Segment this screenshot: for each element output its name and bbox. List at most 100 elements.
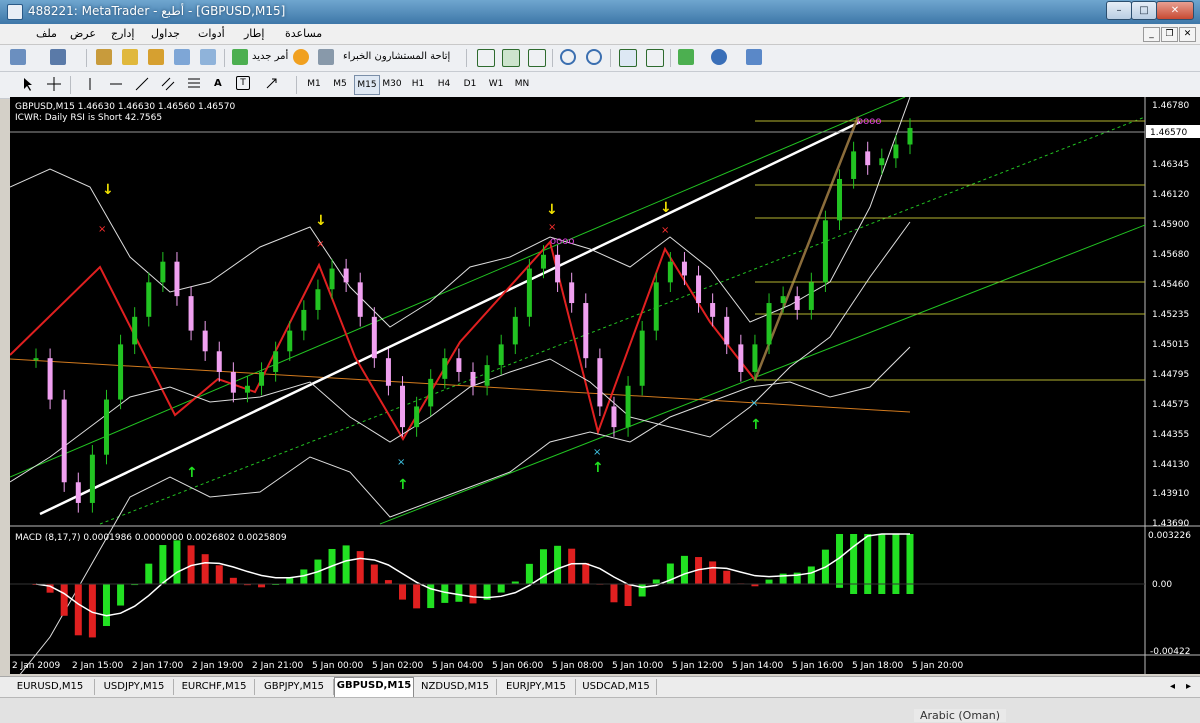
strategy-tester-icon[interactable] xyxy=(200,49,216,65)
tab-gbpjpy[interactable]: GBPJPY,M15 xyxy=(255,679,334,695)
candle-body xyxy=(639,330,645,386)
language-indicator[interactable]: Arabic (Oman) xyxy=(914,709,1007,722)
candle-body xyxy=(118,344,124,400)
indicators-icon[interactable] xyxy=(678,49,694,65)
expert-advisors-button[interactable]: إتاحة المستشارون الخبراء xyxy=(343,51,450,62)
timeframe-m15[interactable]: M15 xyxy=(354,75,380,95)
candle-body xyxy=(681,261,687,276)
tab-eurchf[interactable]: EURCHF,M15 xyxy=(174,679,255,695)
minimize-button[interactable]: – xyxy=(1106,1,1132,20)
navigator-icon[interactable] xyxy=(148,49,164,65)
candle-body xyxy=(273,351,279,372)
arrows-icon[interactable] xyxy=(264,76,280,92)
tab-nzdusd[interactable]: NZDUSD,M15 xyxy=(414,679,497,695)
menu-help[interactable]: مساعدة xyxy=(285,27,322,40)
candle-body xyxy=(837,178,843,221)
timeframe-w1[interactable]: W1 xyxy=(484,75,508,93)
mdi-minimize-button[interactable]: _ xyxy=(1143,27,1160,42)
metaeditor-icon[interactable] xyxy=(293,49,309,65)
chart-shift-icon[interactable] xyxy=(646,49,664,67)
price-tick: 1.44130 xyxy=(1152,460,1189,470)
new-order-icon[interactable] xyxy=(232,49,248,65)
text-label-button[interactable]: T xyxy=(236,76,250,90)
menu-view[interactable]: عرض xyxy=(70,27,96,40)
tab-eurusd[interactable]: EURUSD,M15 xyxy=(6,679,95,695)
candle-body xyxy=(710,303,716,317)
crosshair-icon[interactable] xyxy=(46,76,62,92)
vertical-line-icon[interactable] xyxy=(82,76,98,92)
timeframe-m5[interactable]: M5 xyxy=(328,75,352,93)
timeframe-m30[interactable]: M30 xyxy=(380,75,404,93)
timeframe-h4[interactable]: H4 xyxy=(432,75,456,93)
price-tick: 1.44795 xyxy=(1152,370,1189,380)
line-chart-icon[interactable] xyxy=(528,49,546,67)
chart-window[interactable]: ↓ ↓ ↓ ↓ ↑ ↑ ↑ ↑ × × × × × × × oooo oooo … xyxy=(10,97,1200,674)
templates-icon[interactable] xyxy=(746,49,762,65)
macd-bar xyxy=(554,545,562,584)
candle-body xyxy=(611,406,617,428)
candle-body xyxy=(400,385,406,428)
time-tick: 5 Jan 08:00 xyxy=(552,661,604,671)
timeframe-mn[interactable]: MN xyxy=(510,75,534,93)
candle-body xyxy=(230,371,236,393)
mdi-restore-button[interactable]: ❐ xyxy=(1161,27,1178,42)
tab-usdjpy[interactable]: USDJPY,M15 xyxy=(95,679,174,695)
new-chart-icon[interactable] xyxy=(10,49,26,65)
menu-file[interactable]: ملف xyxy=(36,27,57,40)
horizontal-line-icon[interactable] xyxy=(108,76,124,92)
candle-body xyxy=(160,261,166,283)
candlestick-icon[interactable] xyxy=(502,49,520,67)
svg-text:×: × xyxy=(548,222,556,233)
macd-bar xyxy=(258,584,266,588)
macd-bar xyxy=(624,584,632,607)
candle-body xyxy=(766,303,772,345)
tab-usdcad[interactable]: USDCAD,M15 xyxy=(576,679,657,695)
profiles-icon[interactable] xyxy=(50,49,66,65)
candle-body xyxy=(244,385,250,393)
text-tool-button[interactable]: A xyxy=(214,78,222,89)
svg-text:×: × xyxy=(316,239,324,250)
price-tick: 1.46345 xyxy=(1152,160,1189,170)
macd-bar xyxy=(864,534,872,594)
menu-charts[interactable]: جداول xyxy=(151,27,180,40)
maximize-button[interactable]: □ xyxy=(1131,1,1157,20)
svg-text:oooo: oooo xyxy=(857,116,881,127)
market-watch-icon[interactable] xyxy=(96,49,112,65)
macd-bar xyxy=(723,570,731,584)
tabs-scroll-left-icon[interactable]: ◂ xyxy=(1166,679,1179,695)
periods-icon[interactable] xyxy=(711,49,727,65)
terminal-icon[interactable] xyxy=(174,49,190,65)
menu-insert[interactable]: إدارج xyxy=(111,27,134,40)
menu-tools[interactable]: أدوات xyxy=(198,27,225,40)
macd-tick: 0.003226 xyxy=(1148,531,1191,541)
cursor-icon[interactable] xyxy=(20,76,36,92)
mdi-close-button[interactable]: ✕ xyxy=(1179,27,1196,42)
equidistant-channel-icon[interactable] xyxy=(160,76,176,92)
svg-text:↑: ↑ xyxy=(592,460,604,476)
price-chart[interactable]: ↓ ↓ ↓ ↓ ↑ ↑ ↑ ↑ × × × × × × × oooo oooo … xyxy=(10,97,1200,674)
macd-bar xyxy=(229,577,237,584)
svg-text:×: × xyxy=(98,224,106,235)
timeframe-d1[interactable]: D1 xyxy=(458,75,482,93)
tab-eurjpy[interactable]: EURJPY,M15 xyxy=(497,679,576,695)
timeframe-h1[interactable]: H1 xyxy=(406,75,430,93)
candle-body xyxy=(329,268,335,290)
zoom-out-icon[interactable] xyxy=(586,49,602,65)
experts-icon[interactable] xyxy=(318,49,334,65)
macd-bar xyxy=(610,584,618,603)
fibonacci-icon[interactable] xyxy=(186,76,202,92)
data-window-icon[interactable] xyxy=(122,49,138,65)
macd-bar xyxy=(709,561,717,584)
auto-scroll-icon[interactable] xyxy=(619,49,637,67)
tab-gbpusd[interactable]: GBPUSD,M15 xyxy=(334,677,414,697)
bar-chart-icon[interactable] xyxy=(477,49,495,67)
tabs-scroll-right-icon[interactable]: ▸ xyxy=(1182,679,1195,695)
macd-bar xyxy=(201,554,209,584)
timeframe-m1[interactable]: M1 xyxy=(302,75,326,93)
new-order-button[interactable]: أمر جديد xyxy=(252,51,288,62)
macd-bar xyxy=(836,534,844,588)
zoom-in-icon[interactable] xyxy=(560,49,576,65)
trendline-icon[interactable] xyxy=(134,76,150,92)
close-button[interactable]: ✕ xyxy=(1156,1,1194,20)
menu-window[interactable]: إطار xyxy=(244,27,264,40)
